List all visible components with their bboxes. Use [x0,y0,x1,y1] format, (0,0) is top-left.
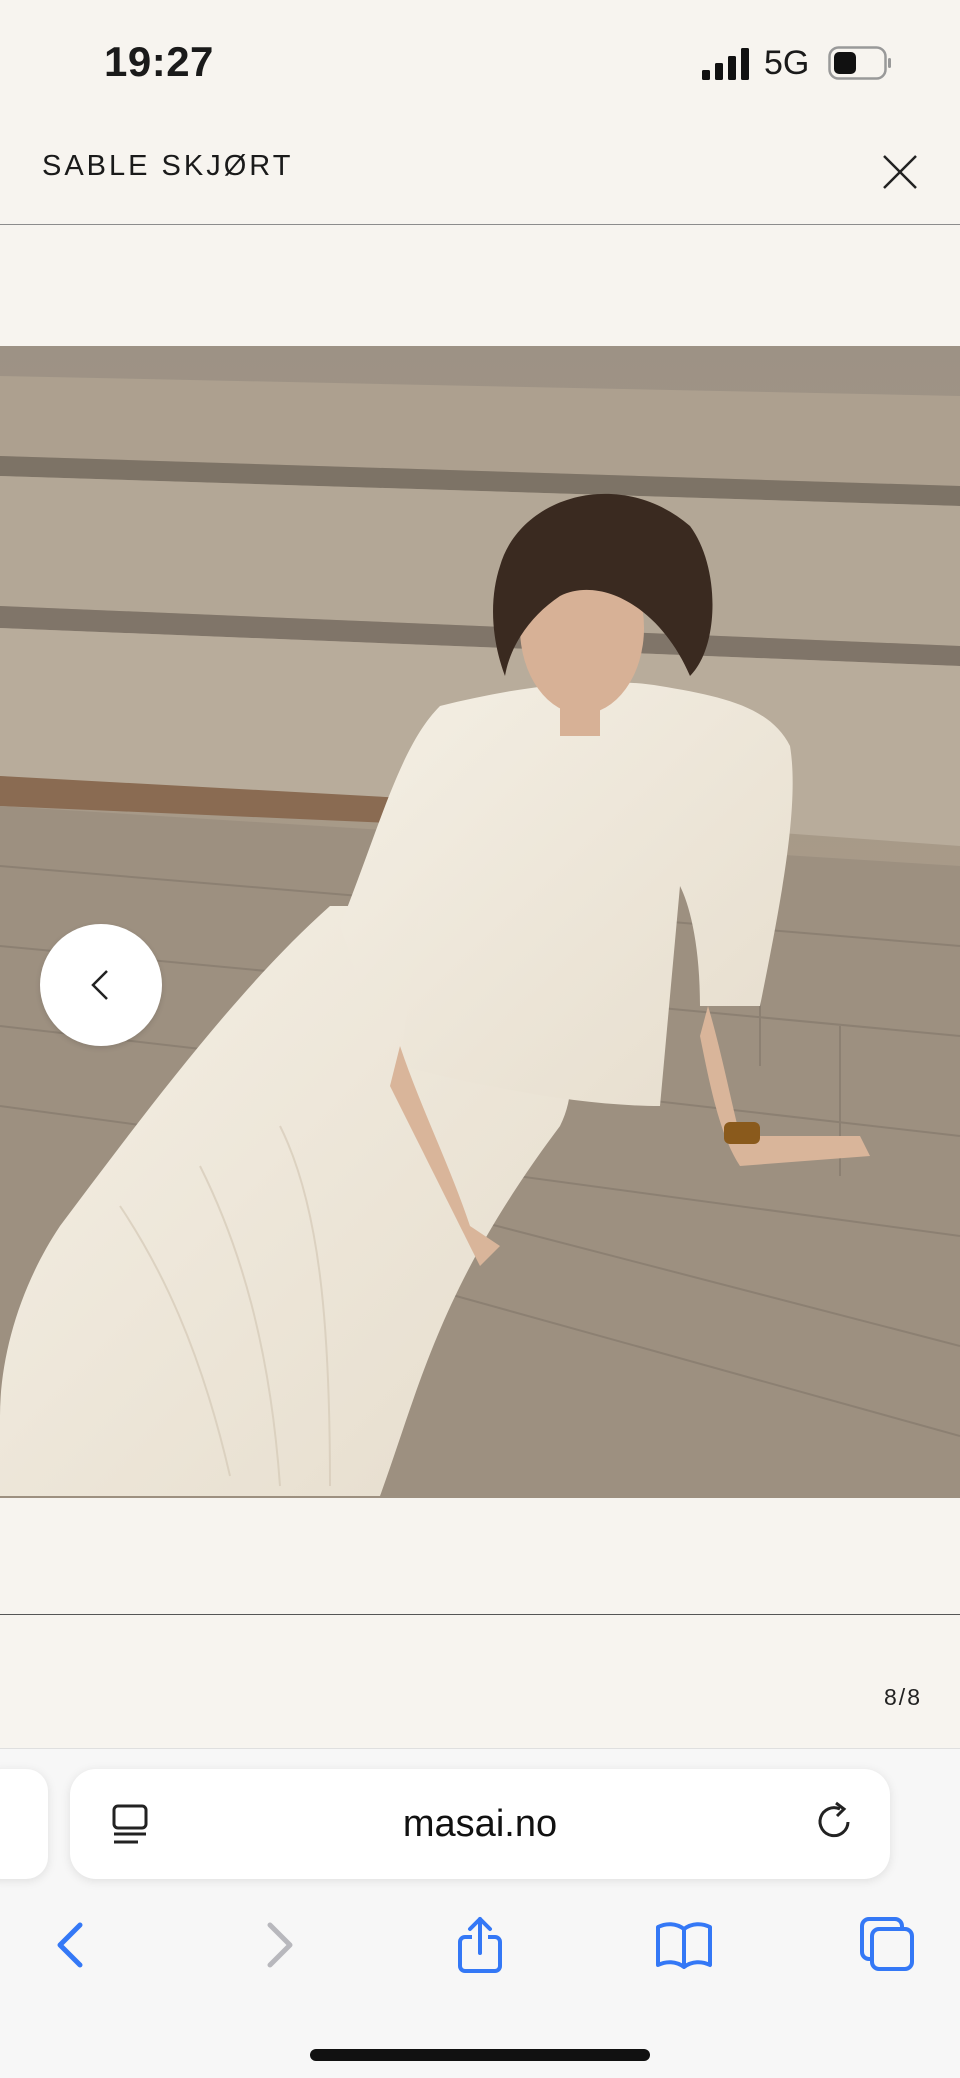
reload-icon[interactable] [812,1799,858,1845]
url-text[interactable]: masai.no [70,1803,890,1846]
product-gallery[interactable] [0,224,960,1615]
product-photo [0,346,960,1498]
product-header: SABLE SKJØRT [0,120,960,225]
close-icon [883,155,917,189]
image-counter: 8/8 [884,1684,922,1710]
bookmarks-icon [656,1922,712,1969]
chevron-left-icon [91,970,108,1000]
browser-chrome: masai.no [0,1748,960,2078]
address-bar[interactable]: masai.no [70,1769,890,1879]
share-icon [458,1917,502,1973]
back-button[interactable] [32,1905,112,1985]
product-title: SABLE SKJØRT [42,150,294,182]
previous-image-button[interactable] [40,924,162,1046]
signal-bars-icon [702,48,749,80]
close-button[interactable] [874,146,926,198]
bookmarks-button[interactable] [644,1905,724,1985]
tabs-button[interactable] [848,1905,928,1985]
forward-button[interactable] [238,1905,318,1985]
forward-icon [267,1922,293,1968]
previous-tab-preview[interactable] [0,1769,48,1879]
tabs-icon [860,1917,914,1971]
status-time: 19:27 [104,38,214,85]
share-button[interactable] [440,1905,520,1985]
network-type: 5G [764,44,810,82]
status-bar: 19:27 5G [0,0,960,120]
page: 19:27 5G SABLE SKJØRT 8/8 masai.no [0,0,960,2078]
browser-toolbar [0,1905,960,2005]
battery-icon [828,46,891,80]
back-icon [57,1922,83,1968]
home-indicator [310,2049,650,2061]
